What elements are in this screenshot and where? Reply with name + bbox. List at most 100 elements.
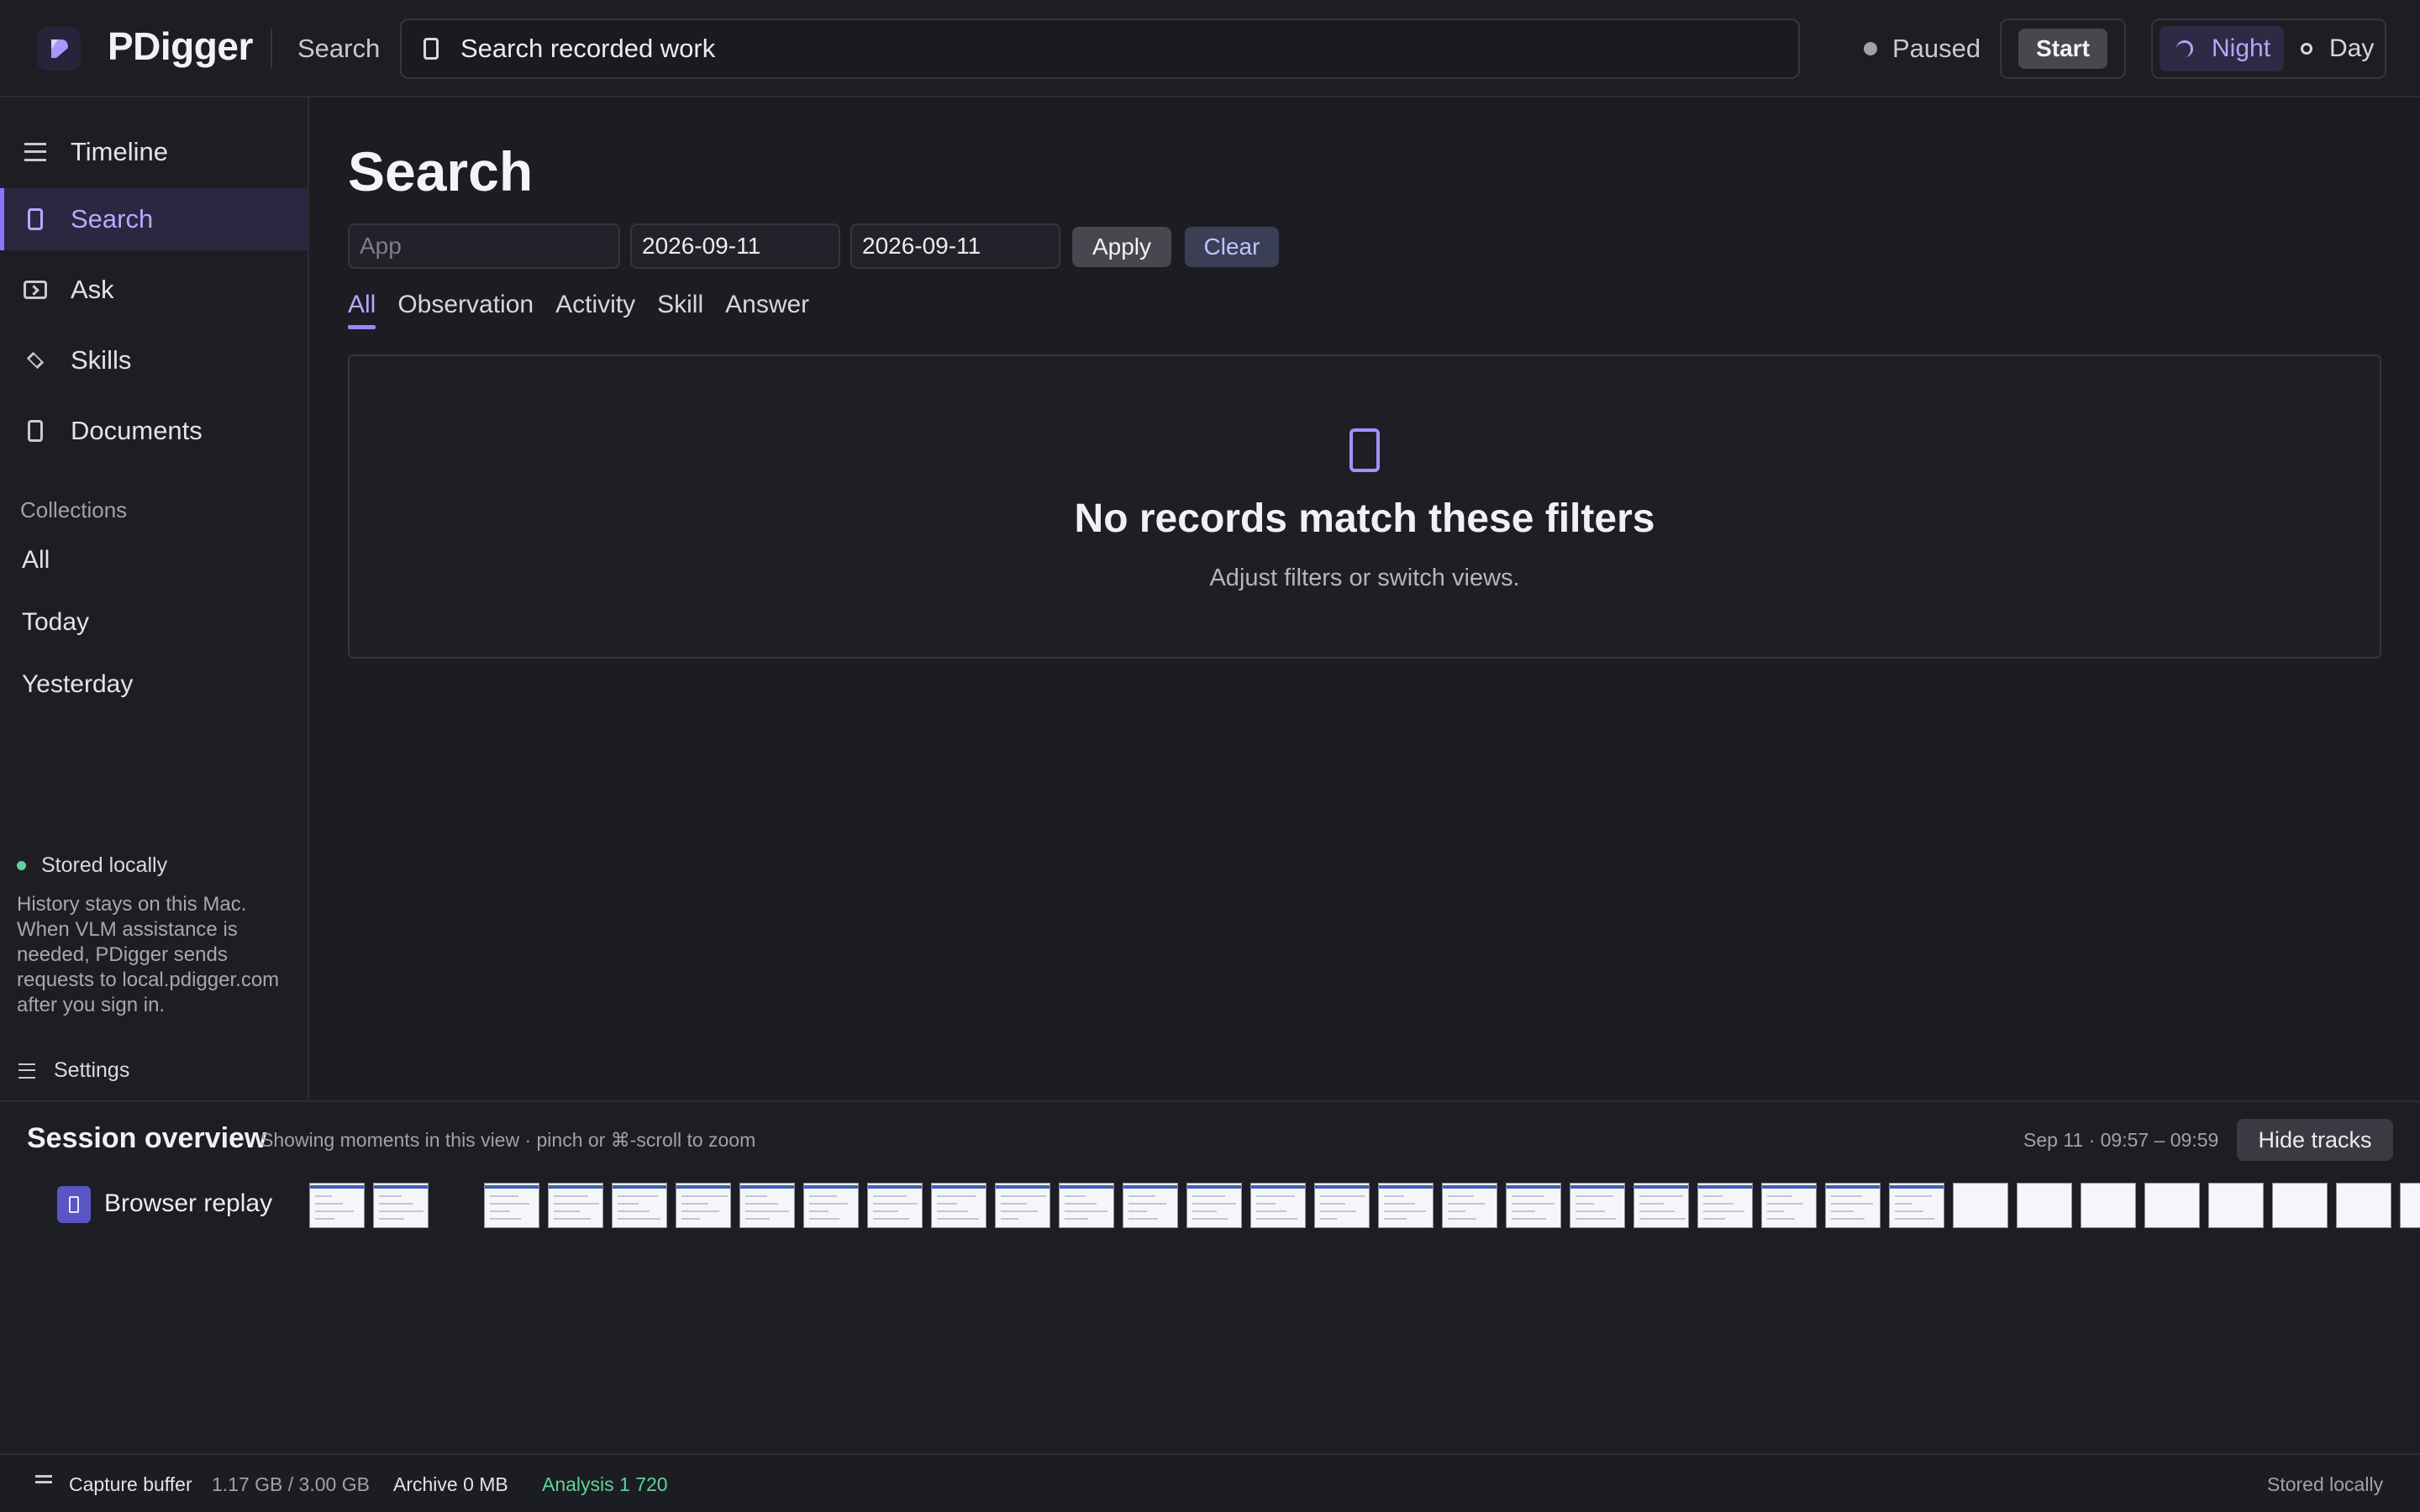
archive-size: Archive 0 MB: [393, 1473, 508, 1495]
empty-state-card: No records match these filters Adjust fi…: [348, 354, 2381, 659]
stored-label: Stored locally: [41, 853, 168, 877]
theme-night-label: Night: [2212, 34, 2271, 62]
tab-skill[interactable]: Skill: [657, 291, 703, 329]
tab-activity[interactable]: Activity: [555, 291, 635, 329]
stored-locally-indicator: Stored locally: [17, 853, 167, 878]
stored-locally-status: Stored locally: [2267, 1473, 2384, 1495]
apply-button[interactable]: Apply: [1072, 227, 1171, 267]
collection-all[interactable]: All: [22, 546, 50, 575]
view-tabs: All Observation Activity Skill Answer: [348, 291, 831, 329]
replay-thumbnail[interactable]: [931, 1183, 986, 1228]
settings-button[interactable]: Settings: [18, 1058, 129, 1083]
buffer-icon: [35, 1475, 52, 1483]
moon-icon: [2176, 40, 2193, 57]
sidebar: Timeline Search Ask Skills Documents Col…: [0, 97, 309, 1100]
recording-status: Paused: [1864, 34, 1981, 64]
replay-thumbnail[interactable]: [309, 1183, 365, 1228]
status-dot-icon: [1864, 42, 1877, 55]
sidebar-item-timeline[interactable]: Timeline: [0, 121, 308, 183]
sidebar-item-skills[interactable]: Skills: [0, 329, 308, 391]
replay-thumbnail[interactable]: [1953, 1183, 2008, 1228]
collection-yesterday[interactable]: Yesterday: [22, 670, 133, 699]
replay-thumbnail[interactable]: [739, 1183, 795, 1228]
replay-thumbnail[interactable]: [1634, 1183, 1689, 1228]
replay-thumbnail[interactable]: [1378, 1183, 1434, 1228]
search-placeholder: Search recorded work: [460, 34, 716, 63]
page-title: Search: [348, 140, 534, 202]
replay-thumbnail[interactable]: [1059, 1183, 1114, 1228]
theme-day-button[interactable]: Day: [2284, 34, 2374, 63]
app-title: PDigger: [108, 24, 253, 68]
clear-button[interactable]: Clear: [1185, 227, 1279, 267]
sidebar-item-search[interactable]: Search: [0, 188, 308, 250]
replay-thumbnail[interactable]: [373, 1183, 429, 1228]
thumbnail-strip[interactable]: [0, 1183, 2420, 1228]
replay-thumbnail[interactable]: [867, 1183, 923, 1228]
replay-thumbnail[interactable]: [2017, 1183, 2072, 1228]
document-icon: [1349, 428, 1380, 472]
replay-thumbnail[interactable]: [2208, 1183, 2264, 1228]
menu-icon: [18, 1063, 35, 1079]
global-search-input[interactable]: Search recorded work: [400, 18, 1800, 79]
header-divider: [271, 29, 272, 69]
session-time-range: Sep 11 · 09:57 – 09:59: [2023, 1129, 2219, 1151]
replay-thumbnail[interactable]: [2400, 1183, 2420, 1228]
replay-thumbnail[interactable]: [2272, 1183, 2328, 1228]
replay-thumbnail[interactable]: [548, 1183, 603, 1228]
tab-observation[interactable]: Observation: [397, 291, 534, 329]
replay-thumbnail[interactable]: [1825, 1183, 1881, 1228]
replay-thumbnail[interactable]: [612, 1183, 667, 1228]
session-overview: Session overview Showing moments in this…: [0, 1100, 2420, 1453]
start-button[interactable]: Start: [2018, 29, 2107, 69]
sidebar-item-ask[interactable]: Ask: [0, 259, 308, 321]
sidebar-item-label: Ask: [71, 275, 114, 304]
capture-buffer-label: Capture buffer: [69, 1473, 192, 1495]
document-icon: [28, 420, 43, 442]
theme-night-button[interactable]: Night: [2160, 26, 2284, 71]
replay-thumbnail[interactable]: [676, 1183, 731, 1228]
replay-thumbnail[interactable]: [803, 1183, 859, 1228]
date-to-input[interactable]: 2026-09-11: [850, 223, 1060, 269]
app-filter-input[interactable]: App: [348, 223, 620, 269]
replay-thumbnail[interactable]: [1697, 1183, 1753, 1228]
replay-thumbnail[interactable]: [1123, 1183, 1178, 1228]
session-hint: Showing moments in this view · pinch or …: [260, 1129, 756, 1151]
replay-thumbnail[interactable]: [1186, 1183, 1242, 1228]
collection-today[interactable]: Today: [22, 608, 89, 637]
sidebar-item-documents[interactable]: Documents: [0, 400, 308, 462]
replay-thumbnail[interactable]: [1761, 1183, 1817, 1228]
replay-thumbnail[interactable]: [1442, 1183, 1497, 1228]
session-title: Session overview: [27, 1122, 267, 1154]
tab-answer[interactable]: Answer: [725, 291, 809, 329]
theme-toggle: Night Day: [2151, 18, 2386, 79]
collections-heading: Collections: [20, 497, 128, 522]
diamond-icon: [26, 351, 45, 370]
terminal-icon: [24, 281, 47, 299]
replay-thumbnail[interactable]: [2081, 1183, 2136, 1228]
replay-thumbnail[interactable]: [1889, 1183, 1944, 1228]
replay-thumbnail[interactable]: [995, 1183, 1050, 1228]
document-icon: [28, 208, 43, 230]
replay-thumbnail[interactable]: [1570, 1183, 1625, 1228]
capture-buffer-value: 1.17 GB / 3.00 GB: [212, 1473, 370, 1495]
tab-all[interactable]: All: [348, 291, 376, 329]
hide-tracks-button[interactable]: Hide tracks: [2237, 1119, 2393, 1161]
menu-icon: [24, 143, 46, 161]
replay-thumbnail[interactable]: [1506, 1183, 1561, 1228]
replay-thumbnail[interactable]: [1314, 1183, 1370, 1228]
sidebar-item-label: Documents: [71, 416, 203, 445]
status-dot-icon: [17, 861, 26, 870]
date-from-input[interactable]: 2026-09-11: [630, 223, 840, 269]
replay-thumbnail[interactable]: [484, 1183, 539, 1228]
replay-thumbnail[interactable]: [2144, 1183, 2200, 1228]
replay-thumbnail[interactable]: [2336, 1183, 2391, 1228]
sidebar-item-label: Timeline: [71, 137, 168, 166]
start-button-wrap: Start: [2000, 18, 2126, 79]
replay-thumbnail[interactable]: [1250, 1183, 1306, 1228]
stored-description: History stays on this Mac. When VLM assi…: [17, 893, 280, 1016]
settings-label: Settings: [54, 1058, 130, 1082]
empty-state-subtitle: Adjust filters or switch views.: [1209, 564, 1520, 591]
breadcrumb: Search: [297, 34, 381, 63]
status-bar: Capture buffer 1.17 GB / 3.00 GB Archive…: [0, 1453, 2420, 1512]
sidebar-item-label: Search: [71, 204, 154, 234]
